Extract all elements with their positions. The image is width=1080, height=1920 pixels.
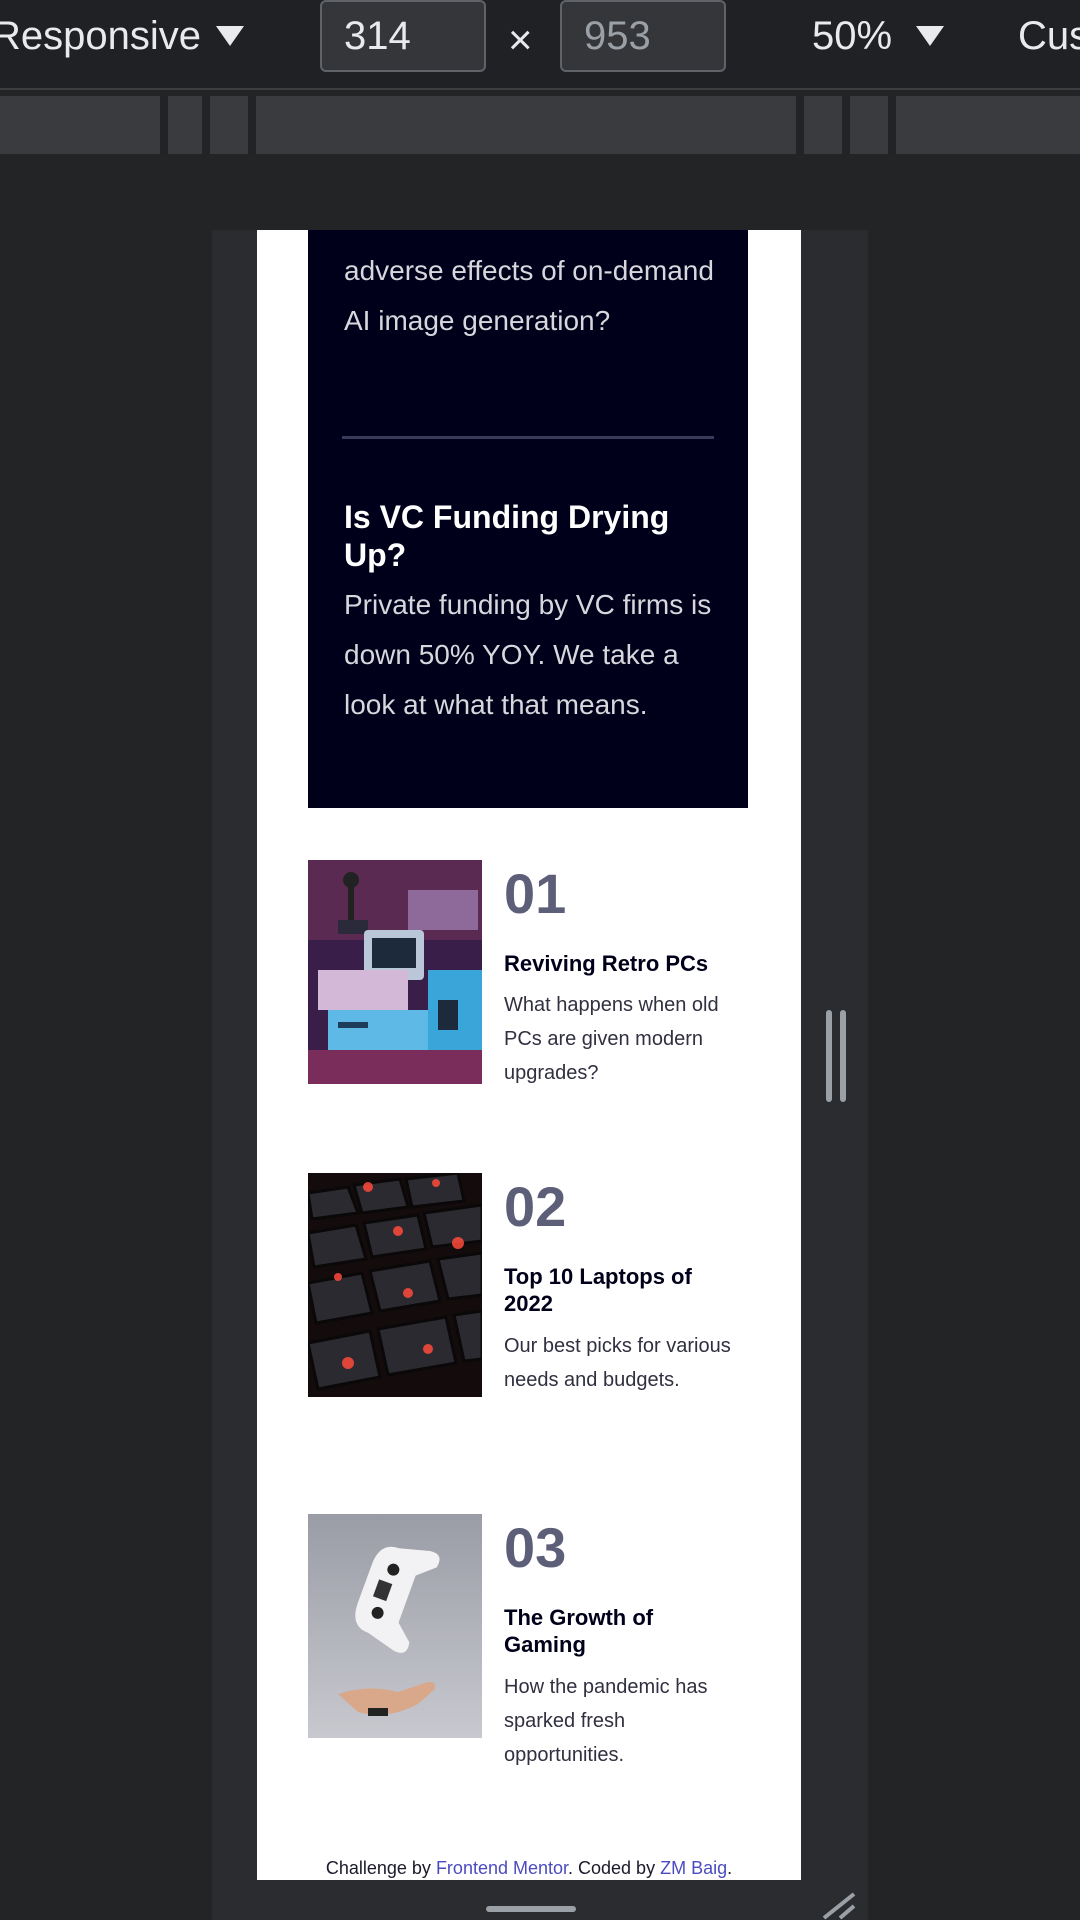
device-select[interactable]: Responsive bbox=[0, 14, 201, 59]
article-description: What happens when old PCs are given mode… bbox=[504, 994, 719, 1084]
article-title[interactable]: Reviving Retro PCs bbox=[504, 950, 734, 977]
author-link[interactable]: ZM Baig bbox=[660, 1858, 727, 1878]
zoom-select[interactable]: 50% bbox=[812, 14, 892, 59]
card-partial-text: adverse effects of on-demand AI image ge… bbox=[344, 255, 714, 336]
card-divider bbox=[342, 436, 714, 439]
article-description: How the pandemic has sparked fresh oppor… bbox=[504, 1676, 708, 1766]
mq-divider bbox=[888, 96, 896, 154]
laptop-keyboard-image bbox=[308, 1173, 482, 1397]
article-number: 02 bbox=[504, 1175, 567, 1238]
article-item: 02 Top 10 Laptops of 2022 Our best picks… bbox=[308, 1173, 748, 1413]
attribution-middle: . Coded by bbox=[568, 1858, 661, 1878]
card-article-text: Private funding by VC firms is down 50% … bbox=[344, 589, 712, 720]
times-icon: × bbox=[508, 16, 533, 63]
card-article-title[interactable]: Is VC Funding Drying Up? bbox=[344, 498, 714, 574]
mq-divider bbox=[842, 96, 850, 154]
attribution-prefix: Challenge by bbox=[325, 1858, 436, 1878]
attribution: Challenge by Frontend Mentor. Coded by Z… bbox=[257, 1858, 801, 1879]
media-query-bar[interactable] bbox=[0, 96, 1080, 154]
mq-divider bbox=[796, 96, 804, 154]
resize-handle-right[interactable] bbox=[826, 1010, 850, 1102]
mq-divider bbox=[248, 96, 256, 154]
article-number: 03 bbox=[504, 1516, 567, 1579]
width-input[interactable]: 314 bbox=[320, 0, 486, 72]
chevron-down-icon[interactable] bbox=[916, 26, 944, 46]
attribution-suffix: . bbox=[727, 1858, 733, 1878]
retro-pcs-image bbox=[308, 860, 482, 1084]
emulated-page[interactable]: adverse effects of on-demand AI image ge… bbox=[257, 230, 801, 1880]
resize-corner-icon[interactable] bbox=[820, 1890, 860, 1920]
article-item: 01 Reviving Retro PCs What happens when … bbox=[308, 860, 748, 1100]
frontend-mentor-link[interactable]: Frontend Mentor bbox=[436, 1858, 568, 1878]
article-item: 03 The Growth of Gaming How the pandemic… bbox=[308, 1514, 748, 1766]
gamepad-image bbox=[308, 1514, 482, 1738]
height-input[interactable]: 953 bbox=[560, 0, 726, 72]
article-title[interactable]: Top 10 Laptops of 2022 bbox=[504, 1263, 734, 1317]
resize-handle-bottom[interactable] bbox=[486, 1906, 576, 1912]
article-number: 01 bbox=[504, 862, 567, 925]
throttle-select[interactable]: Cus bbox=[1018, 14, 1080, 59]
article-title[interactable]: The Growth of Gaming bbox=[504, 1604, 734, 1658]
mq-divider bbox=[202, 96, 210, 154]
new-articles-card: adverse effects of on-demand AI image ge… bbox=[308, 230, 748, 808]
article-description: Our best picks for various needs and bud… bbox=[504, 1335, 731, 1391]
mq-divider bbox=[160, 96, 168, 154]
chevron-down-icon[interactable] bbox=[216, 26, 244, 46]
device-toolbar: Responsive 314 × 953 50% Cus bbox=[0, 0, 1080, 90]
